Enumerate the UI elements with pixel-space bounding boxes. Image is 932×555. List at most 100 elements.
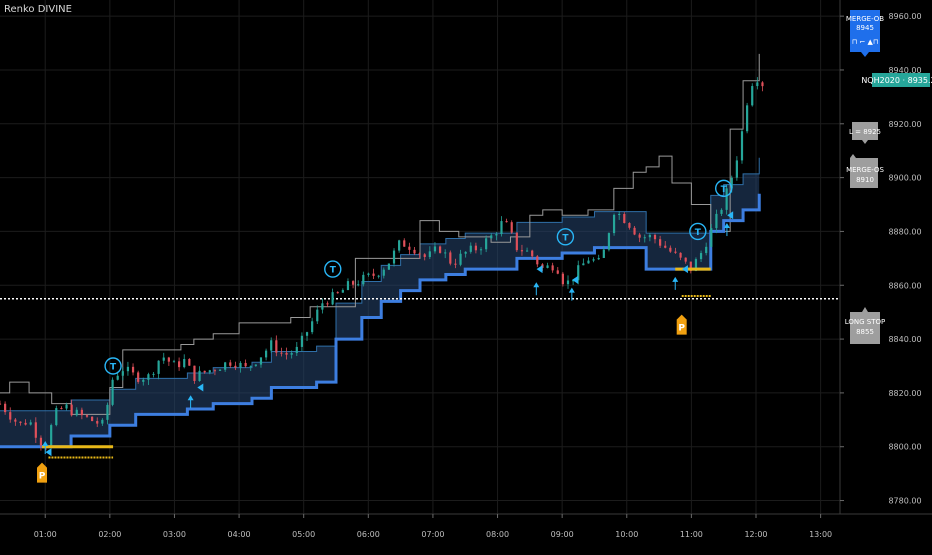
candle-body	[4, 403, 7, 413]
candle-body	[438, 246, 442, 253]
candle-body	[551, 265, 554, 271]
candle-body	[628, 223, 631, 228]
x-tick-label: 02:00	[98, 530, 121, 539]
chart-stage: 8780.00 8800.00 8820.00 8840.00 8860.00 8880.…	[0, 0, 932, 550]
candle-body	[710, 228, 713, 247]
candle-body	[157, 360, 160, 374]
candle-body	[91, 416, 94, 422]
candle-body	[500, 221, 503, 235]
y-tick-label: 8780.00	[888, 497, 921, 506]
candle-body	[684, 257, 687, 262]
merge-os-label: MERGE-OS	[846, 166, 884, 174]
candle-body	[295, 346, 298, 354]
candle-body	[408, 246, 411, 250]
candle-body	[65, 404, 68, 409]
candle-body	[162, 357, 165, 361]
candle-body	[495, 234, 498, 236]
candle-body	[198, 370, 201, 382]
t-marker-letter: T	[695, 228, 702, 238]
t-marker-letter: T	[721, 185, 728, 195]
x-tick-label: 08:00	[486, 530, 509, 539]
candle-body	[331, 292, 334, 305]
x-tick-label: 03:00	[163, 530, 186, 539]
candle-body	[218, 369, 222, 371]
candle-body	[244, 362, 247, 367]
candle-body	[208, 370, 211, 373]
candle-body	[751, 86, 754, 106]
candle-body	[326, 303, 329, 305]
candle-body	[674, 251, 677, 253]
candle-body	[311, 321, 314, 333]
candle-body	[147, 374, 150, 380]
x-tick-label: 05:00	[292, 530, 315, 539]
candle-body	[34, 422, 37, 438]
candle-body	[351, 281, 355, 285]
candle-body	[0, 403, 2, 405]
candle-body	[9, 412, 12, 420]
candle-body	[398, 240, 401, 251]
long-stop-value: 8855	[856, 328, 874, 336]
y-tick-label: 8880.00	[888, 227, 921, 236]
x-tick-label: 04:00	[228, 530, 251, 539]
candle-body	[464, 251, 467, 254]
candle-body	[454, 263, 457, 265]
candle-body	[607, 233, 611, 250]
candle-body	[638, 234, 641, 238]
candle-body	[459, 253, 462, 265]
candle-body	[254, 364, 257, 366]
candle-body	[280, 352, 283, 354]
x-tick-label: 13:00	[809, 530, 832, 539]
candle-body	[643, 237, 646, 239]
candle-body	[357, 284, 360, 286]
candle-body	[746, 105, 749, 132]
candle-body	[449, 252, 452, 264]
candle-body	[290, 353, 293, 355]
candle-body	[270, 340, 273, 351]
x-tick-label: 11:00	[680, 530, 703, 539]
t-marker-letter: T	[330, 266, 337, 276]
candle-body	[372, 273, 375, 276]
candle-body	[740, 131, 744, 161]
candle-body	[423, 254, 426, 257]
merge-ob-label: MERGE-OB	[846, 15, 884, 23]
candle-body	[29, 422, 32, 425]
candle-body	[341, 290, 344, 293]
candle-body	[505, 221, 508, 223]
candle-body	[699, 253, 703, 260]
y-tick-label: 8960.00	[888, 12, 921, 21]
candle-body	[305, 332, 309, 336]
candle-body	[761, 82, 764, 87]
y-tick-label: 8800.00	[888, 443, 921, 452]
price-tag-label: NQH2020 · 8935.25	[861, 76, 932, 85]
candle-body	[664, 245, 667, 248]
candle-body	[203, 370, 206, 373]
merge-ob-value: 8945	[856, 24, 874, 32]
candle-body	[193, 365, 196, 382]
renko-chart[interactable]: 8780.00 8800.00 8820.00 8840.00 8860.00 8880.…	[0, 0, 932, 550]
candle-body	[336, 292, 339, 294]
candle-body	[70, 404, 73, 416]
candle-body	[653, 234, 657, 240]
candle-body	[715, 213, 718, 229]
y-tick-label: 8860.00	[888, 281, 921, 290]
candle-body	[111, 379, 114, 405]
candle-body	[137, 372, 140, 382]
candle-body	[60, 408, 63, 410]
candle-body	[479, 249, 483, 251]
merge-ob-sub: ⊓ ⌐ ▲⊓	[852, 38, 879, 46]
candle-body	[39, 437, 43, 446]
candle-body	[566, 280, 570, 285]
candle-body	[116, 375, 119, 380]
candle-body	[515, 232, 518, 251]
candle-body	[387, 263, 391, 270]
x-tick-label: 07:00	[421, 530, 444, 539]
candle-body	[121, 371, 124, 376]
candle-body	[418, 253, 421, 255]
candle-body	[428, 251, 431, 257]
candle-body	[756, 82, 759, 87]
y-tick-label: 8820.00	[888, 389, 921, 398]
candle-body	[556, 270, 559, 274]
candle-body	[172, 361, 176, 363]
candle-body	[142, 379, 145, 382]
l-tag-label: L = 8925	[849, 128, 881, 136]
